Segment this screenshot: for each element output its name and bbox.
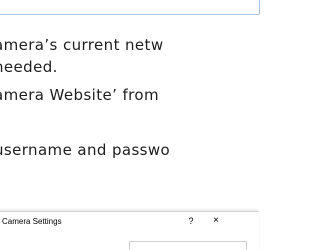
instruction-text-line-1: amera’s current netw	[0, 36, 164, 54]
instruction-text-line-3: amera Website’ from	[0, 86, 159, 104]
close-button[interactable]: ×	[210, 215, 222, 227]
text-field[interactable]	[129, 241, 247, 250]
instruction-text-line-4: username and passwo	[0, 141, 171, 159]
camera-settings-dialog: Camera Settings ? ×	[0, 211, 259, 250]
instruction-text-line-2: needed.	[0, 58, 58, 76]
help-button[interactable]: ?	[185, 215, 197, 227]
top-box	[0, 0, 260, 15]
dialog-title: Camera Settings	[2, 217, 62, 226]
